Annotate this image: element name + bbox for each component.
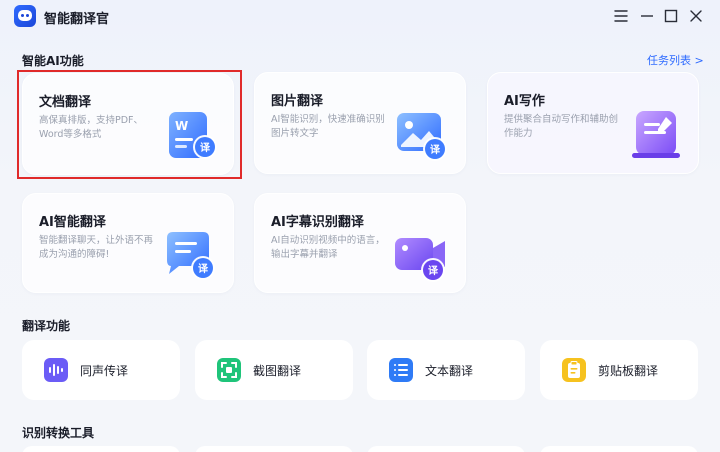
clipboard-icon	[562, 358, 586, 382]
section-title-translate: 翻译功能	[22, 319, 71, 333]
card-desc: AI智能识别，快速准确识别图片转文字	[271, 114, 385, 139]
svg-text:译: 译	[198, 262, 209, 275]
screenshot-icon	[217, 358, 241, 382]
tool-label: 同声传译	[80, 364, 129, 378]
maximize-icon[interactable]	[661, 6, 681, 26]
video-camera-icon: 译	[391, 226, 455, 290]
task-list-link[interactable]: 任务列表 >	[647, 52, 704, 68]
card-ai-smart-translate[interactable]: AI智能翻译 智能翻译聊天，让外语不再成为沟通的障碍! 译	[22, 193, 234, 293]
image-icon: 译	[393, 105, 457, 169]
tool-label: 文本翻译	[425, 364, 474, 378]
svg-text:译: 译	[428, 264, 439, 277]
tool-simultaneous-interpretation[interactable]: 同声传译	[22, 340, 180, 400]
card-desc: AI自动识别视频中的语言，输出字幕并翻译	[271, 235, 385, 260]
card-title: AI字幕识别翻译	[271, 215, 364, 230]
tool-card-partial[interactable]	[22, 446, 180, 452]
svg-text:译: 译	[430, 143, 441, 156]
card-title: AI写作	[504, 94, 545, 109]
tool-card-partial[interactable]	[195, 446, 353, 452]
tool-text-translate[interactable]: 文本翻译	[367, 340, 525, 400]
tool-label: 截图翻译	[253, 364, 302, 378]
writing-pad-icon	[630, 103, 694, 167]
card-title: AI智能翻译	[39, 215, 106, 230]
tool-card-partial[interactable]	[540, 446, 698, 452]
card-image-translate[interactable]: 图片翻译 AI智能识别，快速准确识别图片转文字 译	[254, 72, 466, 174]
app-title: 智能翻译官	[44, 12, 110, 27]
chat-bubble-logo-icon	[14, 5, 36, 27]
section-title-ai: 智能AI功能	[22, 54, 84, 68]
tool-card-partial[interactable]	[367, 446, 525, 452]
text-list-icon	[389, 358, 413, 382]
card-desc: 提供聚合自动写作和辅助创作能力	[504, 114, 619, 139]
chat-message-icon: 译	[161, 226, 225, 290]
title-bar: 智能翻译官	[0, 0, 720, 32]
tool-screenshot-translate[interactable]: 截图翻译	[195, 340, 353, 400]
card-ai-subtitle-translate[interactable]: AI字幕识别翻译 AI自动识别视频中的语言，输出字幕并翻译 译	[254, 193, 466, 293]
minimize-icon[interactable]	[637, 6, 657, 26]
menu-icon[interactable]	[611, 6, 631, 26]
card-desc: 智能翻译聊天，让外语不再成为沟通的障碍!	[39, 235, 154, 260]
selection-highlight	[17, 70, 242, 179]
card-title: 图片翻译	[271, 94, 324, 109]
card-ai-writing[interactable]: AI写作 提供聚合自动写作和辅助创作能力	[487, 72, 699, 174]
section-title-convert: 识别转换工具	[22, 426, 95, 440]
audio-wave-icon	[44, 358, 68, 382]
tool-label: 剪贴板翻译	[598, 364, 659, 378]
tool-clipboard-translate[interactable]: 剪贴板翻译	[540, 340, 698, 400]
close-icon[interactable]	[686, 6, 706, 26]
